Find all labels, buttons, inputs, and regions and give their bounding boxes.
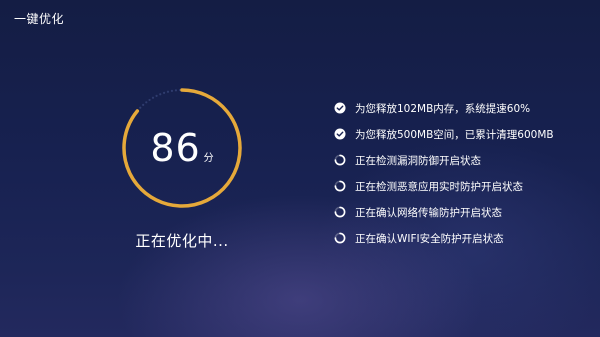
task-label: 正在确认WIFI安全防护开启状态 bbox=[355, 232, 504, 245]
score-gauge: 86 分 bbox=[118, 84, 246, 212]
task-item-memory: 为您释放102MB内存，系统提速60% bbox=[334, 95, 554, 121]
check-circle-icon bbox=[334, 128, 346, 140]
gauge-track-dot bbox=[159, 93, 162, 96]
gauge-track-dot bbox=[162, 91, 166, 94]
check-circle-icon bbox=[334, 102, 346, 114]
task-item-storage: 为您释放500MB空间，已累计清理600MB bbox=[334, 121, 554, 147]
task-item-malware: 正在检测恶意应用实时防护开启状态 bbox=[334, 173, 554, 199]
task-label: 正在检测恶意应用实时防护开启状态 bbox=[355, 180, 523, 193]
gauge-track-dot bbox=[139, 106, 142, 109]
optimization-screen: 一键优化 86 分 正在优化中... 为您释放102MB内存，系统提速60% 为… bbox=[0, 0, 600, 337]
task-label: 为您释放102MB内存，系统提速60% bbox=[355, 102, 531, 115]
task-label: 正在确认网络传输防护开启状态 bbox=[355, 206, 502, 219]
score-unit: 分 bbox=[203, 153, 214, 164]
gauge-track-dot bbox=[145, 101, 148, 104]
gauge-track-dot bbox=[170, 89, 174, 92]
task-label: 为您释放500MB空间，已累计清理600MB bbox=[355, 128, 554, 141]
gauge-track-dot bbox=[155, 94, 158, 97]
gauge-track-dot bbox=[148, 98, 151, 102]
task-item-wifi: 正在确认WIFI安全防护开启状态 bbox=[334, 225, 554, 251]
gauge-track-dot bbox=[142, 103, 145, 106]
gauge-track-dot bbox=[151, 96, 155, 99]
spinner-icon bbox=[334, 206, 346, 218]
gauge-track-dot bbox=[174, 89, 178, 92]
task-item-vulnerability: 正在检测漏洞防御开启状态 bbox=[334, 147, 554, 173]
score-value: 86 bbox=[150, 126, 201, 170]
spinner-icon bbox=[334, 232, 346, 244]
page-title: 一键优化 bbox=[14, 12, 65, 26]
spinner-icon bbox=[334, 180, 346, 192]
gauge-track-dot bbox=[166, 90, 170, 93]
optimizing-status: 正在优化中... bbox=[135, 232, 229, 250]
task-list: 为您释放102MB内存，系统提速60% 为您释放500MB空间，已累计清理600… bbox=[334, 95, 554, 251]
task-label: 正在检测漏洞防御开启状态 bbox=[355, 154, 481, 167]
spinner-icon bbox=[334, 154, 346, 166]
task-item-network: 正在确认网络传输防护开启状态 bbox=[334, 199, 554, 225]
score-display: 86 分 bbox=[118, 128, 246, 168]
